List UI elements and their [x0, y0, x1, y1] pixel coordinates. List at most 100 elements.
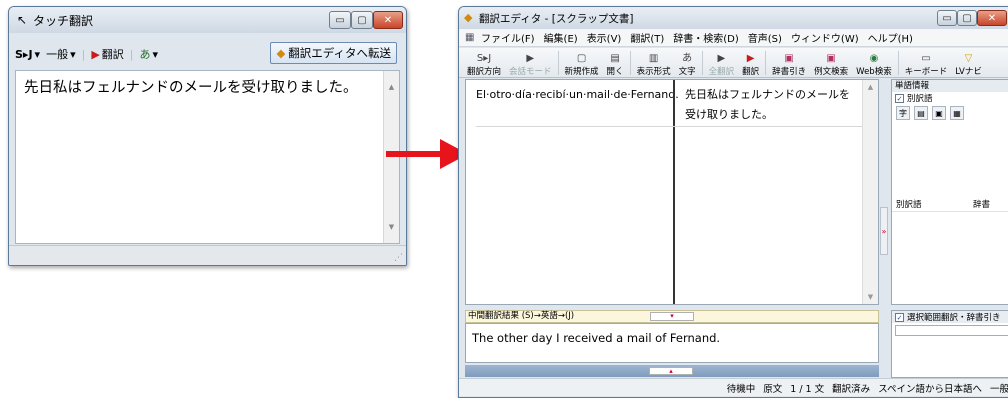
- menu-window[interactable]: ウィンドウ(W): [791, 30, 859, 45]
- target-text: 先日私はフェルナンドのメールを受け取りました。: [685, 88, 850, 121]
- expand-handle[interactable]: ▴: [649, 367, 693, 375]
- status-state: 待機中: [726, 383, 756, 395]
- tool-translate[interactable]: ▶ 翻訳: [738, 49, 763, 77]
- status-sentence-count: 1 / 1 文: [790, 383, 825, 395]
- transfer-label: 翻訳エディタへ転送: [288, 46, 391, 60]
- segment-divider: [476, 126, 872, 127]
- word-lookup-icon[interactable]: 字: [896, 106, 910, 120]
- chevron-down-icon: ▾: [34, 47, 41, 61]
- intermediate-result-text[interactable]: The other day I received a mail of Ferna…: [465, 323, 879, 363]
- toolbar-separator: [557, 50, 559, 75]
- intermediate-label: 中間翻訳結果 (S)→英語→(J): [468, 311, 575, 321]
- category-label: 一般: [46, 48, 69, 61]
- minimize-button[interactable]: ▭: [329, 11, 351, 29]
- tool-keyboard[interactable]: ▭ キーボード: [901, 49, 952, 77]
- tool-new[interactable]: ▢ 新規作成: [561, 49, 603, 77]
- intermediate-result-bar: 中間翻訳結果 (S)→英語→(J) ▾: [465, 310, 879, 323]
- status-category: 一般: [989, 383, 1008, 395]
- conversation-icon: ▶: [526, 53, 535, 64]
- tool-label: LVナビ: [955, 67, 982, 77]
- touch-statusbar: ⋰: [9, 245, 406, 265]
- translated-text: 先日私はフェルナンドのメールを受け取りました。: [24, 80, 358, 96]
- grid-view-icon[interactable]: ▦: [950, 106, 964, 120]
- toolbar-separator: [897, 50, 899, 75]
- translate-button[interactable]: ▶ 翻訳: [91, 46, 123, 62]
- selection-input[interactable]: [895, 325, 1008, 336]
- col-alt-translation: 別訳語: [896, 200, 922, 210]
- category-dropdown[interactable]: 一般 ▾: [46, 46, 76, 62]
- word-info-panel: 単語情報 ✓ 別訳語 字 ▤ ▣ ▦ 別訳語 辞書: [891, 79, 1008, 305]
- resize-grip-icon[interactable]: ⋰: [394, 253, 403, 263]
- play-icon: ▶: [717, 53, 726, 64]
- editor-app-icon: ◆: [464, 11, 473, 24]
- minimize-button[interactable]: ▭: [937, 10, 957, 26]
- direction-icon: S▸J: [476, 53, 492, 64]
- panel-splitter[interactable]: »: [880, 207, 888, 255]
- lv-navi-icon: ▽: [964, 53, 973, 64]
- tool-label: 開く: [606, 67, 624, 77]
- globe-icon: ◉: [869, 53, 879, 64]
- touch-text-area[interactable]: 先日私はフェルナンドのメールを受け取りました。 ▲ ▼: [15, 70, 400, 244]
- tool-label: Web検索: [856, 67, 892, 77]
- source-column[interactable]: El·otro·día·recibí·un·mail·de·Fernand.: [466, 80, 679, 304]
- maximize-button[interactable]: ▢: [351, 11, 373, 29]
- collapse-handle[interactable]: ▾: [650, 312, 694, 321]
- status-translated: 翻訳済み: [832, 383, 871, 395]
- dictionary-view-icon[interactable]: ▤: [914, 106, 928, 120]
- tool-label: 翻訳: [742, 67, 760, 77]
- maximize-button[interactable]: ▢: [957, 10, 977, 26]
- tool-label: 会話モード: [509, 67, 552, 77]
- source-text: El·otro·día·recibí·un·mail·de·Fernand.: [476, 88, 679, 101]
- tool-dictionary-lookup[interactable]: ▣ 辞書引き: [768, 49, 810, 77]
- close-button[interactable]: ✕: [373, 11, 403, 29]
- menu-view[interactable]: 表示(V): [587, 30, 622, 45]
- lower-splitter[interactable]: ▴: [465, 365, 879, 377]
- toolbar-separator: [701, 50, 703, 75]
- tool-translate-all[interactable]: ▶ 全翻訳: [705, 49, 739, 77]
- tool-label: 例文検索: [814, 67, 849, 77]
- alt-translations-toggle[interactable]: ✓ 別訳語: [892, 92, 1008, 104]
- menu-file[interactable]: ファイル(F): [481, 30, 535, 45]
- document-scrollbar[interactable]: ▲ ▼: [862, 80, 878, 304]
- touch-titlebar[interactable]: ↖ タッチ翻訳 ▭ ▢ ✕: [9, 7, 406, 33]
- translation-document[interactable]: El·otro·día·recibí·un·mail·de·Fernand. 先…: [465, 79, 879, 305]
- tool-example-search[interactable]: ▣ 例文検索: [810, 49, 852, 77]
- font-settings-button[interactable]: あ ▾: [140, 46, 159, 62]
- new-document-icon: ▢: [576, 53, 587, 64]
- status-mode: 原文: [763, 383, 783, 395]
- checkbox-checked-icon: ✓: [895, 93, 904, 103]
- tool-conversation-mode[interactable]: ▶ 会話モード: [505, 49, 556, 77]
- register-word-icon[interactable]: ▣: [932, 106, 946, 120]
- tool-lv-navi[interactable]: ▽ LVナビ: [951, 49, 986, 77]
- tool-web-search[interactable]: ◉ Web検索: [852, 49, 896, 77]
- play-triangle-icon: ▶: [91, 47, 100, 61]
- editor-app-icon: ◆: [276, 46, 286, 60]
- word-info-header: 単語情報: [892, 80, 1008, 92]
- tool-display-format[interactable]: ▥ 表示形式: [633, 49, 675, 77]
- close-button[interactable]: ✕: [977, 10, 1007, 26]
- menu-help[interactable]: ヘルプ(H): [868, 30, 913, 45]
- scroll-down-icon: ▼: [388, 223, 395, 231]
- tool-font[interactable]: あ 文字: [675, 49, 700, 77]
- selection-translate-panel: ✓ 選択範囲翻訳・辞書引き: [891, 310, 1008, 378]
- transfer-to-editor-button[interactable]: ◆ 翻訳エディタへ転送: [270, 42, 397, 64]
- editor-titlebar[interactable]: ◆ 翻訳エディタ - [スクラップ文書] ▭ ▢ ✕: [459, 7, 1008, 29]
- tool-label: キーボード: [904, 67, 948, 77]
- selection-translate-toggle[interactable]: ✓ 選択範囲翻訳・辞書引き: [892, 311, 1008, 323]
- tool-direction[interactable]: S▸J 翻訳方向: [463, 49, 505, 77]
- menu-bar: ▦ ファイル(F) 編集(E) 表示(V) 翻訳(T) 辞書・検索(D) 音声(…: [459, 29, 1008, 47]
- alt-translations-label: 別訳語: [907, 94, 933, 104]
- menu-voice[interactable]: 音声(S): [748, 30, 782, 45]
- menu-edit[interactable]: 編集(E): [544, 30, 578, 45]
- touch-toolbar: S▸J ▾ 一般 ▾ | ▶ 翻訳 | あ ▾ ◆ 翻訳エディタへ転送: [15, 41, 400, 67]
- word-info-tools: 字 ▤ ▣ ▦: [892, 104, 1008, 122]
- menu-dictionary[interactable]: 辞書・検索(D): [673, 30, 739, 45]
- open-folder-icon: ▤: [610, 53, 620, 64]
- menu-translate[interactable]: 翻訳(T): [630, 30, 664, 45]
- direction-dropdown[interactable]: S▸J ▾: [15, 48, 40, 61]
- target-column[interactable]: 先日私はフェルナンドのメールを受け取りました。: [673, 80, 864, 304]
- chevron-down-icon: ▾: [152, 47, 159, 61]
- direction-label: S▸J: [15, 47, 33, 61]
- translate-label: 翻訳: [101, 48, 124, 61]
- tool-open[interactable]: ▤ 開く: [603, 49, 628, 77]
